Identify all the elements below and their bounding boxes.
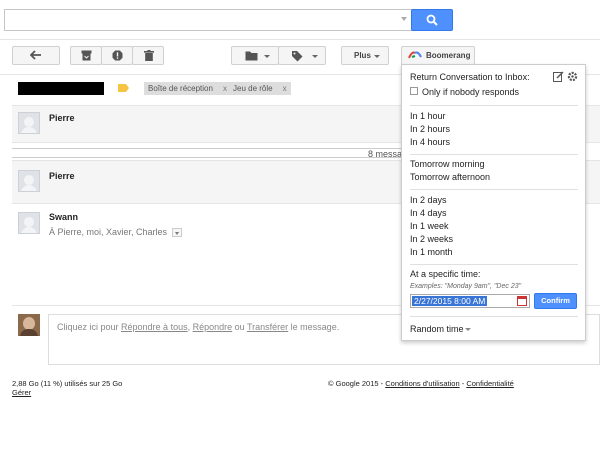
boomerang-menu: Return Conversation to Inbox: Only if no…: [401, 64, 586, 341]
search-options-caret-icon[interactable]: [401, 17, 407, 21]
label-chip-name: Jeu de rôle: [233, 84, 273, 93]
message-recipients: À Pierre, moi, Xavier, Charles: [49, 227, 168, 237]
archive-icon: [81, 50, 92, 61]
label-chip-roleplay[interactable]: Jeu de rôle x: [229, 82, 291, 95]
confirm-button[interactable]: Confirm: [534, 293, 577, 309]
option-in-1-hour[interactable]: In 1 hour: [410, 111, 446, 121]
avatar: [18, 314, 40, 336]
option-tomorrow-morning[interactable]: Tomorrow morning: [410, 159, 485, 169]
message-sender: Pierre: [49, 113, 75, 123]
specific-time-examples: Examples: "Monday 9am", "Dec 23": [410, 283, 522, 290]
labels-button[interactable]: [278, 46, 326, 65]
specific-time-input[interactable]: 2/27/2015 8:00 AM: [410, 294, 530, 308]
search-icon: [426, 14, 438, 26]
option-in-2-hours[interactable]: In 2 hours: [410, 124, 450, 134]
option-tomorrow-afternoon[interactable]: Tomorrow afternoon: [410, 172, 490, 182]
back-arrow-icon: [30, 50, 41, 60]
report-spam-button[interactable]: [101, 46, 133, 65]
only-if-no-response-checkbox[interactable]: [410, 87, 418, 95]
label-chip-name: Boîte de réception: [148, 84, 213, 93]
reply-prompt[interactable]: Cliquez ici pour Répondre à tous, Répond…: [57, 322, 339, 332]
boomerang-button[interactable]: Boomerang: [401, 46, 475, 65]
footer-links: © Google 2015 - Conditions d'utilisation…: [328, 379, 514, 388]
privacy-link[interactable]: Confidentialité: [466, 379, 514, 388]
avatar: [18, 170, 40, 192]
search-box[interactable]: [4, 9, 412, 31]
search-button[interactable]: [411, 9, 453, 31]
menu-separator: [410, 316, 578, 317]
only-if-no-response-label[interactable]: Only if nobody responds: [422, 87, 519, 97]
chevron-down-icon: [374, 55, 380, 58]
storage-usage: 2,88 Go (11 %) utilisés sur 25 Go: [12, 379, 123, 388]
menu-separator: [410, 189, 578, 190]
more-button-label: Plus: [354, 51, 371, 60]
menu-separator: [410, 105, 578, 106]
remove-label-button[interactable]: x: [223, 84, 227, 93]
copyright: © Google 2015 -: [328, 379, 386, 388]
option-in-1-week[interactable]: In 1 week: [410, 221, 449, 231]
chevron-down-icon: [264, 55, 270, 58]
report-spam-icon: [112, 50, 123, 61]
boomerang-title: Return Conversation to Inbox:: [410, 72, 530, 82]
avatar: [18, 212, 40, 234]
specific-time-label: At a specific time:: [410, 269, 481, 279]
avatar: [18, 112, 40, 134]
menu-separator: [410, 154, 578, 155]
reply-prompt-suffix: le message.: [288, 322, 340, 332]
reply-all-link[interactable]: Répondre à tous: [121, 322, 188, 332]
random-time-option[interactable]: Random time: [410, 324, 464, 334]
terms-link[interactable]: Conditions d'utilisation: [385, 379, 459, 388]
edit-icon[interactable]: [553, 71, 564, 82]
remove-label-button[interactable]: x: [283, 84, 287, 93]
manage-storage-link[interactable]: Gérer: [12, 388, 31, 397]
specific-time-value: 2/27/2015 8:00 AM: [412, 296, 488, 306]
message-sender: Swann: [49, 212, 79, 222]
reply-link[interactable]: Répondre: [193, 322, 233, 332]
message-sender: Pierre: [49, 171, 75, 181]
collapsed-messages-count[interactable]: 8 messa: [368, 149, 402, 159]
option-in-1-month[interactable]: In 1 month: [410, 247, 453, 257]
option-in-2-days[interactable]: In 2 days: [410, 195, 447, 205]
show-details-button[interactable]: [172, 228, 182, 237]
menu-separator: [410, 264, 578, 265]
redacted-subject: [18, 82, 104, 95]
archive-button[interactable]: [70, 46, 102, 65]
option-in-2-weeks[interactable]: In 2 weeks: [410, 234, 453, 244]
forward-link[interactable]: Transférer: [247, 322, 288, 332]
search-input[interactable]: [5, 10, 395, 30]
label-tag-icon: [292, 51, 303, 62]
reply-prompt-prefix: Cliquez ici pour: [57, 322, 122, 332]
label-chip-inbox[interactable]: Boîte de réception x: [144, 82, 231, 95]
gear-icon[interactable]: [567, 71, 578, 82]
boomerang-button-label: Boomerang: [426, 51, 471, 60]
calendar-icon[interactable]: [517, 296, 527, 306]
trash-icon: [144, 50, 154, 61]
delete-button[interactable]: [132, 46, 164, 65]
back-button[interactable]: [12, 46, 60, 65]
reply-or: ou: [232, 322, 247, 332]
collapsed-messages-bar[interactable]: [12, 148, 402, 158]
option-in-4-days[interactable]: In 4 days: [410, 208, 447, 218]
header-divider: [0, 39, 600, 40]
chevron-down-icon: [312, 55, 318, 58]
boomerang-logo-icon: [408, 51, 422, 59]
folder-icon: [245, 51, 258, 61]
move-to-button[interactable]: [231, 46, 279, 65]
importance-label-icon[interactable]: [118, 84, 129, 92]
more-button[interactable]: Plus: [341, 46, 389, 65]
chevron-down-icon[interactable]: [465, 328, 471, 331]
option-in-4-hours[interactable]: In 4 hours: [410, 137, 450, 147]
